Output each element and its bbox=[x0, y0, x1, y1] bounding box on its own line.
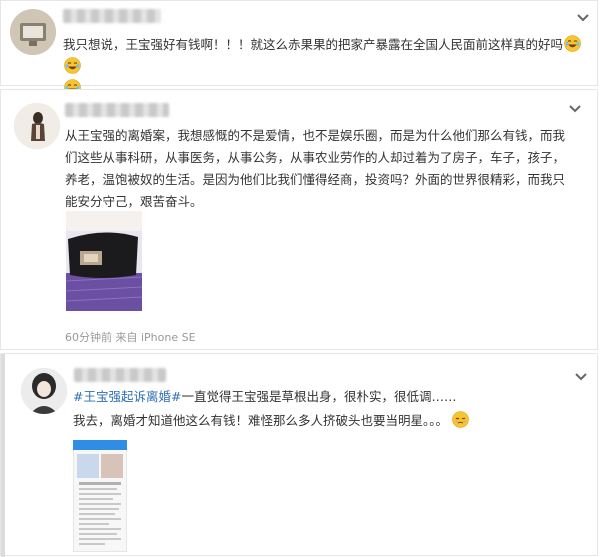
quote-bar bbox=[1, 354, 5, 557]
sleepy-emoji-icon bbox=[452, 411, 469, 428]
post-card-3: #王宝强起诉离婚#一直觉得王宝强是草根出身，很朴实，很低调…… 我去，离婚才知道… bbox=[0, 353, 598, 557]
quote-text: 一直觉得王宝强是草根出身，很朴实，很低调…… bbox=[181, 389, 457, 404]
avatar[interactable] bbox=[10, 9, 56, 55]
avatar[interactable] bbox=[21, 368, 67, 414]
post-image-thumbnail[interactable] bbox=[66, 211, 142, 311]
post-card-1: 我只想说，王宝强好有钱啊！！！就这么赤果果的把家产暴露在全国人民面前这样真的好吗 bbox=[0, 0, 598, 96]
laugh-cry-emoji-icon bbox=[564, 35, 581, 52]
chevron-down-icon[interactable] bbox=[567, 100, 583, 116]
post-text: 我去，离婚才知道他这么有钱！难怪那么多人挤破头也要当明星。。。 bbox=[73, 410, 583, 432]
post-text-content: 从王宝强的离婚案，我想感慨的不是爱情，也不是娱乐圈，而是为什么他们那么有钱，而我… bbox=[65, 128, 566, 209]
avatar[interactable] bbox=[14, 103, 60, 149]
post-text-content: 我去，离婚才知道他这么有钱！难怪那么多人挤破头也要当明星。。。 bbox=[73, 413, 449, 428]
post-image-thumbnail[interactable] bbox=[73, 440, 127, 552]
username-blurred[interactable] bbox=[63, 9, 161, 23]
post-card-2: 从王宝强的离婚案，我想感慨的不是爱情，也不是娱乐圈，而是为什么他们那么有钱，而我… bbox=[0, 89, 598, 350]
laugh-cry-emoji-icon bbox=[64, 57, 81, 74]
username-blurred[interactable] bbox=[74, 368, 166, 382]
chevron-down-icon[interactable] bbox=[573, 368, 589, 384]
username-blurred[interactable] bbox=[65, 103, 169, 117]
post-text-content: 我只想说，王宝强好有钱啊！！！就这么赤果果的把家产暴露在全国人民面前这样真的好吗 bbox=[63, 37, 564, 52]
post-text: 从王宝强的离婚案，我想感慨的不是爱情，也不是娱乐圈，而是为什么他们那么有钱，而我… bbox=[65, 125, 577, 213]
quote-line: #王宝强起诉离婚#一直觉得王宝强是草根出身，很朴实，很低调…… bbox=[73, 386, 583, 408]
chevron-down-icon[interactable] bbox=[575, 9, 591, 25]
post-meta-time-source: 60分钟前 来自 iPhone SE bbox=[65, 331, 196, 344]
topic-link[interactable]: #王宝强起诉离婚# bbox=[73, 389, 181, 404]
